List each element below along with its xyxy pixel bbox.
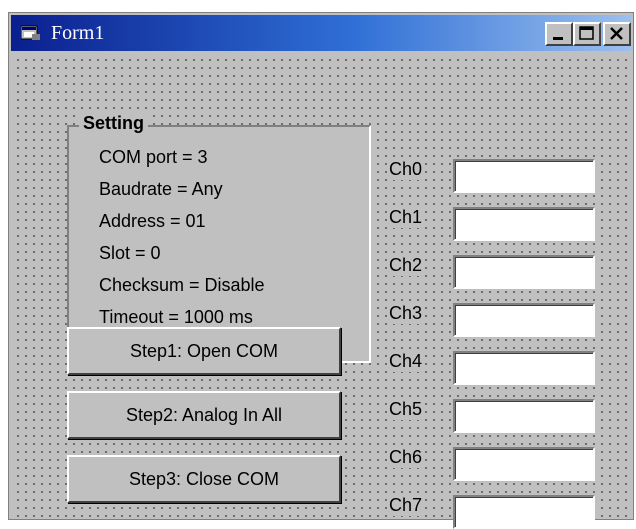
setting-com-port: COM port = 3 [99,147,208,167]
maximize-button[interactable] [573,22,601,46]
ch6-label: Ch6 [387,447,425,468]
close-button[interactable] [603,22,631,46]
minimize-icon [553,37,563,40]
ch4-label: Ch4 [387,351,425,372]
ch5-label: Ch5 [387,399,425,420]
ch2-label: Ch2 [387,255,425,276]
ch2-textbox[interactable] [453,255,595,289]
minimize-button[interactable] [545,22,573,46]
setting-address: Address = 01 [99,211,206,231]
setting-checksum: Checksum = Disable [99,275,265,295]
ch1-label: Ch1 [387,207,425,228]
window-title: Form1 [51,22,105,44]
title-bar[interactable]: Form1 [11,15,631,51]
ch4-textbox[interactable] [453,351,595,385]
setting-frame-title: Setting [79,113,148,134]
ch0-textbox[interactable] [453,159,595,193]
close-com-button[interactable]: Step3: Close COM [67,455,341,503]
setting-timeout: Timeout = 1000 ms [99,307,253,327]
ch3-label: Ch3 [387,303,425,324]
form1-window: Form1 Setting COM port = 3 Baudrate = An… [8,12,634,529]
open-com-button[interactable]: Step1: Open COM [67,327,341,375]
ch6-textbox[interactable] [453,447,595,481]
setting-baudrate: Baudrate = Any [99,179,223,199]
setting-slot: Slot = 0 [99,243,161,263]
close-icon [610,27,623,40]
analog-in-all-button[interactable]: Step2: Analog In All [67,391,341,439]
app-icon[interactable] [20,25,41,41]
ch0-label: Ch0 [387,159,425,180]
ch5-textbox[interactable] [453,399,595,433]
ch3-textbox[interactable] [453,303,595,337]
ch1-textbox[interactable] [453,207,595,241]
maximize-icon [579,26,594,40]
ch7-label: Ch7 [387,495,425,516]
form-client-area: Setting COM port = 3 Baudrate = Any Addr… [11,53,631,529]
